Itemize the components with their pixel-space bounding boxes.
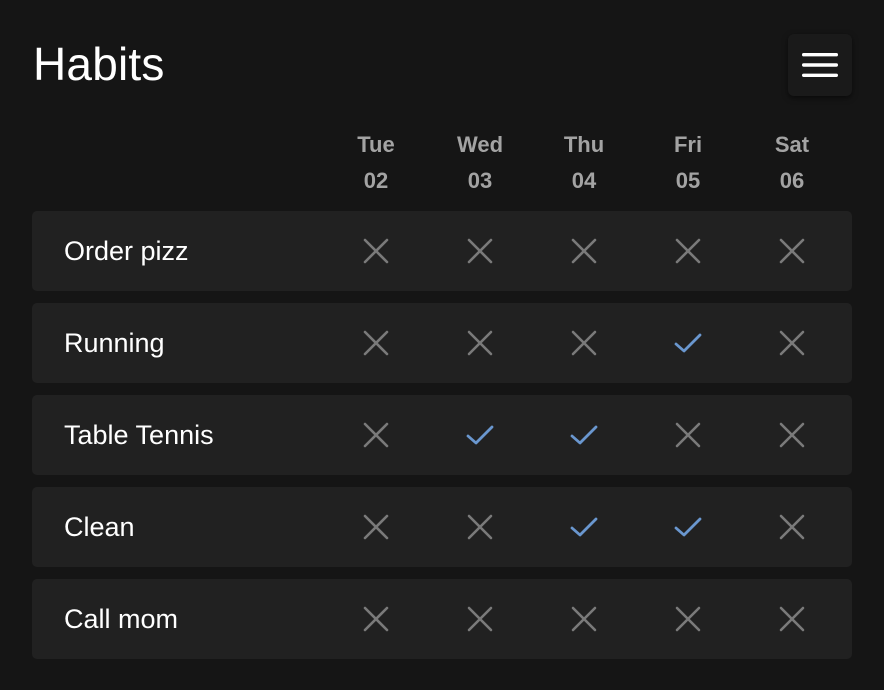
habit-check-cell[interactable] <box>666 597 710 641</box>
check-icon <box>674 333 702 353</box>
check-icon <box>466 425 494 445</box>
check-icon <box>674 517 702 537</box>
habit-check-cell[interactable] <box>666 505 710 549</box>
day-of-month: 04 <box>571 168 597 193</box>
day-of-week: Wed <box>456 132 504 157</box>
habit-check-cell[interactable] <box>562 321 606 365</box>
habit-check-cell[interactable] <box>562 505 606 549</box>
cross-icon <box>467 514 493 540</box>
cross-icon <box>571 238 597 264</box>
habit-name: Call mom <box>64 604 179 634</box>
habit-list: Order pizz Running Table Tennis Clean Ca… <box>32 211 852 671</box>
cross-icon <box>467 238 493 264</box>
day-of-week: Sat <box>774 132 810 157</box>
habit-check-cell[interactable] <box>562 597 606 641</box>
cross-icon <box>675 422 701 448</box>
habit-check-cell[interactable] <box>770 413 814 457</box>
habit-check-cell[interactable] <box>354 229 398 273</box>
habit-check-cell[interactable] <box>770 505 814 549</box>
cross-icon <box>363 606 389 632</box>
habit-check-cell[interactable] <box>666 229 710 273</box>
habit-name: Running <box>64 328 165 358</box>
cross-icon <box>363 330 389 356</box>
day-of-week: Tue <box>357 132 395 157</box>
cross-icon <box>363 514 389 540</box>
habit-check-cell[interactable] <box>562 229 606 273</box>
habit-check-cell[interactable] <box>666 413 710 457</box>
cross-icon <box>675 238 701 264</box>
cross-icon <box>467 330 493 356</box>
habit-check-cell[interactable] <box>354 413 398 457</box>
habit-check-cell[interactable] <box>458 229 502 273</box>
day-of-month: 02 <box>363 168 389 193</box>
cross-icon <box>571 330 597 356</box>
day-of-week: Thu <box>563 132 605 157</box>
habit-row[interactable]: Clean <box>32 487 852 567</box>
habit-row[interactable]: Running <box>32 303 852 383</box>
day-column-header: Thu 04 <box>532 128 636 200</box>
day-column-header: Tue 02 <box>324 128 428 200</box>
cross-icon <box>363 422 389 448</box>
day-of-month: 05 <box>675 168 701 193</box>
habit-check-cell[interactable] <box>770 229 814 273</box>
cross-icon <box>779 514 805 540</box>
habit-name: Order pizz <box>64 236 189 266</box>
day-of-month: 06 <box>779 168 805 193</box>
day-column-header: Wed 03 <box>428 128 532 200</box>
day-of-month: 03 <box>467 168 493 193</box>
habit-check-cell[interactable] <box>458 597 502 641</box>
day-of-week: Fri <box>673 132 703 157</box>
day-column-header: Fri 05 <box>636 128 740 200</box>
check-icon <box>570 425 598 445</box>
habit-check-cell[interactable] <box>354 597 398 641</box>
habit-row[interactable]: Table Tennis <box>32 395 852 475</box>
habit-check-cell[interactable] <box>666 321 710 365</box>
habit-name: Table Tennis <box>64 420 214 450</box>
day-column-header: Sat 06 <box>740 128 844 200</box>
habit-check-cell[interactable] <box>770 321 814 365</box>
habit-name: Clean <box>64 512 135 542</box>
habit-check-cell[interactable] <box>458 321 502 365</box>
habit-check-cell[interactable] <box>562 413 606 457</box>
header: Habits <box>0 0 884 120</box>
cross-icon <box>779 422 805 448</box>
habit-row[interactable]: Order pizz <box>32 211 852 291</box>
hamburger-menu-icon <box>802 53 838 77</box>
days-header: Tue 02 Wed 03 Thu 04 Fri 05 Sat 06 <box>0 128 884 204</box>
menu-button[interactable] <box>788 34 852 96</box>
habit-check-cell[interactable] <box>354 321 398 365</box>
cross-icon <box>571 606 597 632</box>
habit-check-cell[interactable] <box>458 505 502 549</box>
cross-icon <box>363 238 389 264</box>
page-title: Habits <box>33 38 165 90</box>
cross-icon <box>467 606 493 632</box>
habit-row[interactable]: Call mom <box>32 579 852 659</box>
cross-icon <box>779 238 805 264</box>
habit-check-cell[interactable] <box>458 413 502 457</box>
cross-icon <box>675 606 701 632</box>
cross-icon <box>779 330 805 356</box>
habit-check-cell[interactable] <box>770 597 814 641</box>
check-icon <box>570 517 598 537</box>
cross-icon <box>779 606 805 632</box>
habit-check-cell[interactable] <box>354 505 398 549</box>
